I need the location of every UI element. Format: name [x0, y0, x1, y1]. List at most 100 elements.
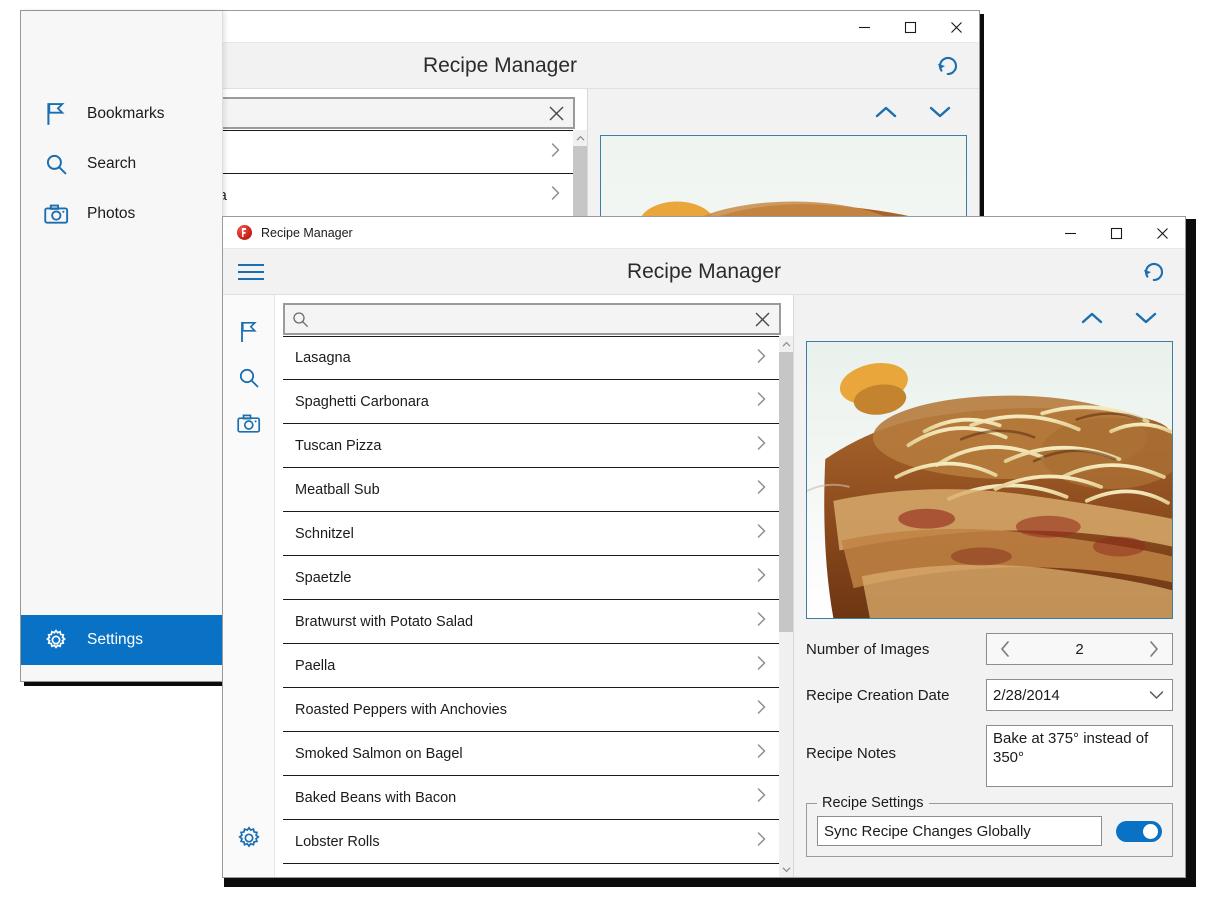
- recipe-name: Smoked Salmon on Bagel: [295, 745, 463, 762]
- minimize-button[interactable]: [1047, 217, 1093, 249]
- flyout-spacer: [21, 239, 222, 615]
- sidebar-item-settings[interactable]: Settings: [21, 615, 222, 665]
- front-window-titlebar: Recipe Manager: [223, 217, 1185, 249]
- minimize-button[interactable]: [841, 11, 887, 43]
- chevron-up-icon[interactable]: [1079, 305, 1105, 331]
- refresh-icon[interactable]: [1139, 257, 1169, 287]
- sidebar-item-bookmarks[interactable]: Bookmarks: [21, 89, 222, 139]
- scroll-up-icon[interactable]: [576, 130, 585, 146]
- maximize-button[interactable]: [1093, 217, 1139, 249]
- recipe-list-item[interactable]: Smoked Salmon on Bagel: [283, 732, 779, 776]
- flyout-bottom-spacer: [21, 665, 222, 681]
- chevron-right-icon[interactable]: [756, 348, 767, 369]
- sidebar-item-label: Photos: [87, 205, 136, 222]
- flag-icon: [43, 101, 69, 127]
- front-window-title-group: Recipe Manager: [223, 225, 353, 240]
- recipe-name: Baked Beans with Bacon: [295, 789, 457, 806]
- sync-setting-name[interactable]: Sync Recipe Changes Globally: [817, 816, 1102, 846]
- maximize-button[interactable]: [887, 11, 933, 43]
- recipe-creation-date-value: 2/28/2014: [993, 686, 1060, 704]
- icon-rail: [223, 295, 275, 877]
- chevron-right-icon[interactable]: [756, 523, 767, 544]
- recipe-list-item[interactable]: Roasted Peppers with Anchovies: [283, 688, 779, 732]
- gear-icon: [43, 628, 69, 652]
- scroll-down-icon[interactable]: [782, 861, 791, 877]
- rail-camera-icon[interactable]: [230, 401, 268, 447]
- search-icon: [43, 153, 69, 176]
- chevron-right-icon[interactable]: [756, 567, 767, 588]
- recipe-name: Bratwurst with Potato Salad: [295, 613, 474, 630]
- chevron-right-icon[interactable]: [756, 611, 767, 632]
- hamburger-menu-icon[interactable]: [223, 263, 279, 280]
- recipe-detail-pane: Number of Images 2 Recipe Creation Date …: [793, 295, 1185, 877]
- clear-x-icon[interactable]: [545, 102, 567, 124]
- back-chevron-down-icon[interactable]: [927, 99, 953, 125]
- search-bar[interactable]: [283, 303, 781, 335]
- recipe-list-item[interactable]: Tuscan Pizza: [283, 424, 779, 468]
- recipe-list-item[interactable]: Paella: [283, 644, 779, 688]
- scroll-thumb[interactable]: [779, 352, 793, 632]
- close-button[interactable]: [1139, 217, 1185, 249]
- chevron-right-icon[interactable]: [1144, 639, 1164, 659]
- recipe-notes-field: Recipe Notes Bake at 375° instead of 350…: [806, 725, 1173, 787]
- date-picker[interactable]: 2/28/2014: [986, 679, 1173, 711]
- chevron-right-icon[interactable]: [756, 743, 767, 764]
- chevron-right-icon[interactable]: [756, 787, 767, 808]
- front-window-controls: [1047, 217, 1185, 249]
- front-app-body: Lasagna Spaghetti Carbonara Tuscan Pizza Me…: [223, 295, 1185, 877]
- recipe-list-item[interactable]: Spaghetti Carbonara: [283, 380, 779, 424]
- chevron-right-icon[interactable]: [756, 655, 767, 676]
- sync-toggle-switch[interactable]: [1116, 820, 1162, 842]
- recipe-creation-date-field: Recipe Creation Date 2/28/2014: [806, 679, 1173, 711]
- flyout-item-list[interactable]: Bookmarks Search Photos: [21, 89, 222, 239]
- chevron-right-icon[interactable]: [756, 435, 767, 456]
- recipe-name: Lobster Rolls: [295, 833, 380, 850]
- recipe-list-item[interactable]: Schnitzel: [283, 512, 779, 556]
- chevron-down-icon[interactable]: [1149, 690, 1164, 700]
- rail-search-icon[interactable]: [230, 355, 268, 401]
- back-chevron-up-icon[interactable]: [873, 99, 899, 125]
- close-button[interactable]: [933, 11, 979, 43]
- recipe-name: Spaghetti Carbonara: [295, 393, 429, 410]
- chevron-down-icon[interactable]: [1133, 305, 1159, 331]
- chevron-right-icon[interactable]: [550, 185, 561, 206]
- sidebar-item-photos[interactable]: Photos: [21, 189, 222, 239]
- recipe-list[interactable]: Lasagna Spaghetti Carbonara Tuscan Pizza Me…: [283, 336, 779, 877]
- refresh-icon[interactable]: [933, 51, 963, 81]
- chevron-right-icon[interactable]: [756, 479, 767, 500]
- recipe-list-item[interactable]: Baked Beans with Bacon: [283, 776, 779, 820]
- rail-gear-icon[interactable]: [230, 815, 268, 861]
- recipe-notes-control: Bake at 375° instead of 350°: [986, 725, 1173, 787]
- recipe-list-item[interactable]: Meatball Sub: [283, 468, 779, 512]
- chevron-right-icon[interactable]: [756, 699, 767, 720]
- rail-flag-icon[interactable]: [230, 309, 268, 355]
- back-photo-nav: [600, 89, 967, 135]
- recipe-notes-label: Recipe Notes: [806, 745, 897, 762]
- sidebar-item-label: Bookmarks: [87, 105, 165, 122]
- front-window[interactable]: Recipe Manager Recipe Manager Lasagna Sp…: [222, 216, 1186, 878]
- screen: Recipe Manager Recipe Manager: [0, 0, 1218, 916]
- clear-x-icon[interactable]: [751, 308, 773, 330]
- navigation-flyout[interactable]: Bookmarks Search Photos Settings: [21, 11, 223, 681]
- recipe-list-item[interactable]: Lasagna: [283, 336, 779, 380]
- recipe-list-scrollbar[interactable]: [779, 336, 793, 877]
- chevron-right-icon[interactable]: [550, 142, 561, 163]
- chevron-right-icon[interactable]: [756, 391, 767, 412]
- recipe-list-item[interactable]: Bratwurst with Potato Salad: [283, 600, 779, 644]
- chevron-left-icon[interactable]: [995, 639, 1015, 659]
- quantity-stepper[interactable]: 2: [986, 633, 1173, 665]
- recipe-creation-date-control: 2/28/2014: [986, 679, 1173, 711]
- recipe-list-item[interactable]: Spaetzle: [283, 556, 779, 600]
- scroll-track[interactable]: [779, 352, 793, 861]
- scroll-up-icon[interactable]: [782, 336, 791, 352]
- recipe-list-item[interactable]: Lobster Rolls: [283, 820, 779, 864]
- recipe-name: Roasted Peppers with Anchovies: [295, 701, 507, 718]
- recipe-notes-textarea[interactable]: Bake at 375° instead of 350°: [986, 725, 1173, 787]
- recipe-settings-legend: Recipe Settings: [817, 795, 929, 811]
- lasagna-photo[interactable]: [806, 341, 1173, 619]
- chevron-right-icon[interactable]: [756, 831, 767, 852]
- search-input[interactable]: [309, 311, 751, 327]
- search-icon: [292, 311, 309, 328]
- sidebar-item-search[interactable]: Search: [21, 139, 222, 189]
- front-window-title: Recipe Manager: [261, 225, 353, 240]
